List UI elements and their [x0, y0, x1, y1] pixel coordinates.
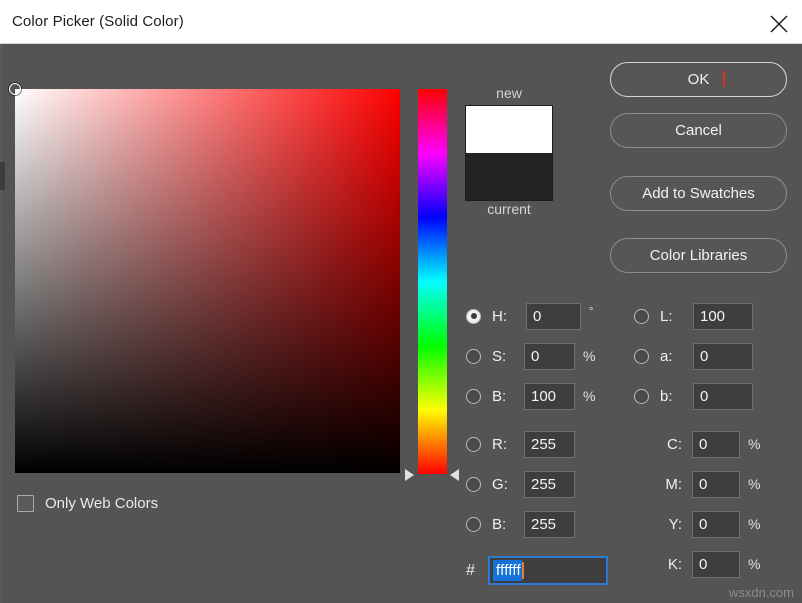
color-libraries-button[interactable]: Color Libraries	[610, 238, 787, 273]
unit-hue: °	[589, 306, 593, 318]
field-row-saturation: S: %	[466, 342, 595, 370]
label-black: K:	[660, 556, 682, 573]
ok-button[interactable]: OK	[610, 62, 787, 97]
color-preview-swatches: new current	[465, 85, 553, 217]
input-lab-l[interactable]	[693, 303, 753, 330]
field-row-lab-a: a:	[634, 342, 753, 370]
label-magenta: M:	[660, 476, 682, 493]
radio-green[interactable]	[466, 477, 481, 492]
input-saturation[interactable]	[524, 343, 575, 370]
field-row-red: R:	[466, 430, 575, 458]
close-icon[interactable]	[756, 0, 802, 44]
radio-hue[interactable]	[466, 309, 481, 324]
input-red[interactable]	[524, 431, 575, 458]
radio-saturation[interactable]	[466, 349, 481, 364]
input-hue[interactable]	[526, 303, 581, 330]
field-row-hue: H: °	[466, 302, 593, 330]
close-glyph	[769, 14, 789, 34]
input-lab-b[interactable]	[693, 383, 753, 410]
ok-button-caret-artifact	[723, 71, 725, 87]
add-to-swatches-label: Add to Swatches	[642, 185, 755, 202]
field-row-lab-l: L:	[634, 302, 753, 330]
new-color-label: new	[465, 85, 553, 101]
unit-black: %	[748, 556, 760, 572]
hue-slider-handle-left[interactable]	[405, 469, 414, 481]
only-web-colors-label: Only Web Colors	[45, 495, 158, 512]
cancel-button[interactable]: Cancel	[610, 113, 787, 148]
label-yellow: Y:	[660, 516, 682, 533]
radio-brightness[interactable]	[466, 389, 481, 404]
field-row-lab-b: b:	[634, 382, 753, 410]
unit-saturation: %	[583, 348, 595, 364]
title-bar: Color Picker (Solid Color)	[0, 0, 802, 44]
field-row-magenta: M: %	[660, 470, 760, 498]
input-green[interactable]	[524, 471, 575, 498]
cancel-button-label: Cancel	[675, 122, 722, 139]
label-hue: H:	[492, 308, 518, 325]
label-brightness: B:	[492, 388, 518, 405]
label-lab-a: a:	[660, 348, 684, 365]
label-lab-b: b:	[660, 388, 684, 405]
field-row-cyan: C: %	[660, 430, 760, 458]
unit-cyan: %	[748, 436, 760, 452]
hex-row: # ffffff	[466, 556, 608, 585]
label-green: G:	[492, 476, 518, 493]
label-lab-l: L:	[660, 308, 684, 325]
input-cyan[interactable]	[692, 431, 740, 458]
hex-hash-label: #	[466, 562, 488, 580]
only-web-colors-checkbox[interactable]: Only Web Colors	[17, 495, 158, 512]
input-yellow[interactable]	[692, 511, 740, 538]
field-row-blue: B:	[466, 510, 575, 538]
field-row-yellow: Y: %	[660, 510, 760, 538]
add-to-swatches-button[interactable]: Add to Swatches	[610, 176, 787, 211]
input-blue[interactable]	[524, 511, 575, 538]
hex-text-caret	[522, 562, 524, 579]
label-saturation: S:	[492, 348, 518, 365]
page-title: Color Picker (Solid Color)	[12, 13, 184, 30]
unit-magenta: %	[748, 476, 760, 492]
label-red: R:	[492, 436, 518, 453]
current-color-label: current	[465, 201, 553, 217]
checkbox-box[interactable]	[17, 495, 34, 512]
input-lab-a[interactable]	[693, 343, 753, 370]
radio-blue[interactable]	[466, 517, 481, 532]
radio-lab-b[interactable]	[634, 389, 649, 404]
field-row-green: G:	[466, 470, 575, 498]
field-row-brightness: B: %	[466, 382, 595, 410]
input-magenta[interactable]	[692, 471, 740, 498]
color-picker-dialog: Color Picker (Solid Color) Only Web Colo…	[0, 0, 802, 603]
watermark: wsxdn.com	[729, 585, 794, 600]
background-window-sliver	[0, 162, 5, 190]
input-black[interactable]	[692, 551, 740, 578]
window-left-edge	[0, 44, 2, 603]
color-libraries-label: Color Libraries	[650, 247, 748, 264]
saturation-brightness-field[interactable]	[15, 89, 400, 473]
hex-value: ffffff	[493, 560, 522, 581]
radio-lab-l[interactable]	[634, 309, 649, 324]
hex-input[interactable]: ffffff	[488, 556, 608, 585]
hue-slider[interactable]	[418, 89, 447, 474]
ok-button-label: OK	[688, 71, 710, 88]
input-brightness[interactable]	[524, 383, 575, 410]
unit-yellow: %	[748, 516, 760, 532]
label-cyan: C:	[660, 436, 682, 453]
field-row-black: K: %	[660, 550, 760, 578]
label-blue: B:	[492, 516, 518, 533]
radio-red[interactable]	[466, 437, 481, 452]
radio-lab-a[interactable]	[634, 349, 649, 364]
current-color-swatch[interactable]	[465, 153, 553, 201]
new-color-swatch[interactable]	[465, 105, 553, 153]
unit-brightness: %	[583, 388, 595, 404]
hue-slider-handle-right[interactable]	[450, 469, 459, 481]
